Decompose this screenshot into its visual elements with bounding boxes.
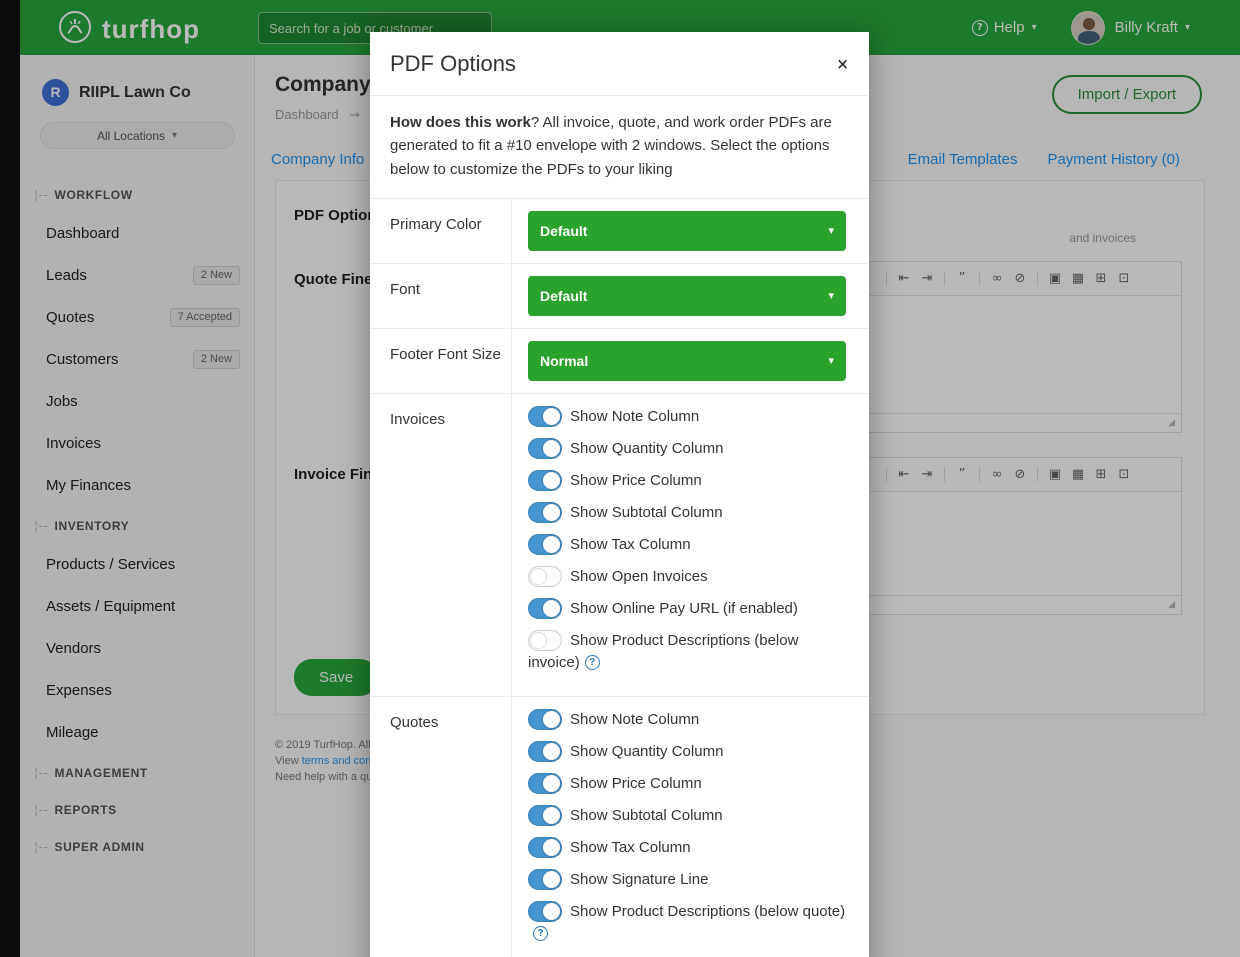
toggle-row-show-price-column: Show Price Column xyxy=(528,773,853,795)
toggle-show-product-descriptions-below-quote[interactable] xyxy=(528,901,562,922)
toggle-label: Show Tax Column xyxy=(570,536,691,553)
toggle-knob xyxy=(543,775,560,792)
toggle-label: Show Tax Column xyxy=(570,839,691,856)
modal-header: PDF Options × xyxy=(370,32,869,96)
toggle-show-open-invoices[interactable] xyxy=(528,566,562,587)
field-label: Footer Font Size xyxy=(370,329,512,393)
group-label: Invoices xyxy=(370,394,512,696)
toggle-row-show-tax-column: Show Tax Column xyxy=(528,837,853,859)
toggle-row-show-price-column: Show Price Column xyxy=(528,470,853,492)
toggle-knob xyxy=(543,600,560,617)
toggle-knob xyxy=(543,472,560,489)
modal-row-primary-color: Primary Color Default ▾ xyxy=(370,199,869,264)
toggle-show-price-column[interactable] xyxy=(528,773,562,794)
modal-row-footer-font-size: Footer Font Size Normal ▾ xyxy=(370,329,869,394)
toggle-knob xyxy=(543,408,560,425)
toggle-knob xyxy=(543,440,560,457)
toggle-knob xyxy=(543,711,560,728)
toggle-knob xyxy=(543,807,560,824)
toggle-list: Show Note Column Show Quantity Column Show… xyxy=(512,697,869,957)
toggle-label: Show Product Descriptions (below quote) xyxy=(570,903,845,920)
group-label: Quotes xyxy=(370,697,512,957)
toggle-show-note-column[interactable] xyxy=(528,406,562,427)
chevron-down-icon: ▾ xyxy=(828,341,834,381)
toggle-row-show-subtotal-column: Show Subtotal Column xyxy=(528,502,853,524)
field-control: Default ▾ xyxy=(512,264,869,328)
toggle-row-show-quantity-column: Show Quantity Column xyxy=(528,438,853,460)
modal-row-invoices: Invoices Show Note Column Show Quantity Co… xyxy=(370,394,869,697)
help-icon[interactable]: ? xyxy=(533,926,548,941)
toggle-label: Show Price Column xyxy=(570,472,702,489)
toggle-show-price-column[interactable] xyxy=(528,470,562,491)
toggle-row-show-signature-line: Show Signature Line xyxy=(528,869,853,891)
modal-intro: How does this work? All invoice, quote, … xyxy=(370,96,869,199)
toggle-row-show-open-invoices: Show Open Invoices xyxy=(528,566,853,588)
close-icon[interactable]: × xyxy=(836,55,849,73)
toggle-row-show-quantity-column: Show Quantity Column xyxy=(528,741,853,763)
toggle-label: Show Quantity Column xyxy=(570,440,723,457)
field-control: Default ▾ xyxy=(512,199,869,263)
toggle-show-subtotal-column[interactable] xyxy=(528,805,562,826)
toggle-row-show-note-column: Show Note Column xyxy=(528,406,853,428)
field-control: Normal ▾ xyxy=(512,329,869,393)
toggle-label: Show Subtotal Column xyxy=(570,807,723,824)
select-footer-font-size[interactable]: Normal ▾ xyxy=(528,341,846,381)
toggle-label: Show Product Descriptions (below invoice… xyxy=(528,632,798,671)
toggle-label: Show Subtotal Column xyxy=(570,504,723,521)
chevron-down-icon: ▾ xyxy=(828,276,834,316)
select-value: Normal xyxy=(540,341,588,381)
toggle-row-show-product-descriptions-below-invoice: Show Product Descriptions (below invoice… xyxy=(528,630,853,674)
toggle-show-subtotal-column[interactable] xyxy=(528,502,562,523)
select-value: Default xyxy=(540,211,587,251)
toggle-row-show-online-pay-url-if-enabled: Show Online Pay URL (if enabled) xyxy=(528,598,853,620)
toggle-label: Show Signature Line xyxy=(570,871,708,888)
chevron-down-icon: ▾ xyxy=(828,211,834,251)
toggle-knob xyxy=(543,743,560,760)
help-icon[interactable]: ? xyxy=(585,655,600,670)
toggle-label: Show Note Column xyxy=(570,711,699,728)
toggle-knob xyxy=(543,871,560,888)
modal-row-font: Font Default ▾ xyxy=(370,264,869,329)
toggle-knob xyxy=(530,632,547,649)
select-primary-color[interactable]: Default ▾ xyxy=(528,211,846,251)
field-label: Font xyxy=(370,264,512,328)
toggle-knob xyxy=(530,568,547,585)
toggle-label: Show Quantity Column xyxy=(570,743,723,760)
toggle-label: Show Note Column xyxy=(570,408,699,425)
toggle-label: Show Price Column xyxy=(570,775,702,792)
toggle-show-quantity-column[interactable] xyxy=(528,438,562,459)
modal-row-quotes: Quotes Show Note Column Show Quantity Colu… xyxy=(370,697,869,957)
toggle-knob xyxy=(543,536,560,553)
select-value: Default xyxy=(540,276,587,316)
toggle-show-tax-column[interactable] xyxy=(528,837,562,858)
toggle-row-show-tax-column: Show Tax Column xyxy=(528,534,853,556)
pdf-options-modal: PDF Options × How does this work? All in… xyxy=(370,32,869,957)
toggle-knob xyxy=(543,504,560,521)
toggle-show-quantity-column[interactable] xyxy=(528,741,562,762)
toggle-row-show-subtotal-column: Show Subtotal Column xyxy=(528,805,853,827)
select-font[interactable]: Default ▾ xyxy=(528,276,846,316)
modal-rows: Primary ColorDefault▾FontDefault▾Footer … xyxy=(370,199,869,957)
toggle-label: Show Open Invoices xyxy=(570,568,708,585)
toggle-show-tax-column[interactable] xyxy=(528,534,562,555)
toggle-show-product-descriptions-below-invoice[interactable] xyxy=(528,630,562,651)
toggle-show-signature-line[interactable] xyxy=(528,869,562,890)
modal-title: PDF Options xyxy=(390,51,516,77)
toggle-list: Show Note Column Show Quantity Column Show… xyxy=(512,394,869,696)
toggle-label: Show Online Pay URL (if enabled) xyxy=(570,600,798,617)
toggle-knob xyxy=(543,903,560,920)
toggle-row-show-note-column: Show Note Column xyxy=(528,709,853,731)
toggle-knob xyxy=(543,839,560,856)
intro-bold-text: How does this work xyxy=(390,114,531,131)
toggle-show-note-column[interactable] xyxy=(528,709,562,730)
field-label: Primary Color xyxy=(370,199,512,263)
toggle-show-online-pay-url-if-enabled[interactable] xyxy=(528,598,562,619)
toggle-row-show-product-descriptions-below-quote: Show Product Descriptions (below quote)? xyxy=(528,901,853,945)
